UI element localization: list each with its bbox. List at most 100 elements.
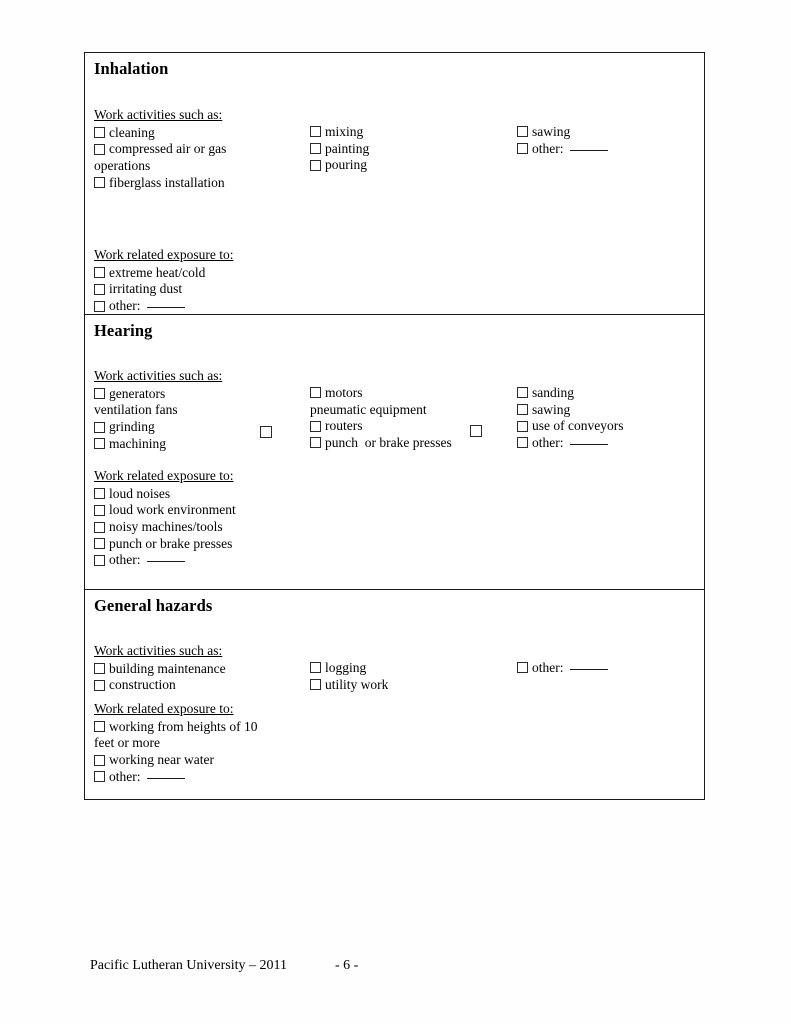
list-item[interactable]: utility work — [310, 677, 388, 694]
option-label: working near water — [109, 752, 214, 768]
list-item[interactable]: punch or brake presses — [310, 435, 452, 452]
section-inhalation: Inhalation Work activities such as: clea… — [85, 53, 704, 315]
list-item[interactable]: painting — [310, 141, 369, 158]
checkbox-icon[interactable] — [517, 662, 528, 674]
list-item-other[interactable]: other: — [517, 660, 608, 677]
list-item-other[interactable]: other: — [94, 298, 234, 315]
option-label: motors — [325, 384, 363, 400]
checkbox-icon[interactable] — [94, 267, 105, 279]
other-write-in-blank[interactable] — [569, 149, 608, 151]
checkbox-icon[interactable] — [94, 721, 105, 733]
checkbox-icon[interactable] — [94, 663, 105, 675]
list-item[interactable]: pouring — [310, 157, 369, 174]
other-write-in-blank[interactable] — [146, 561, 185, 563]
option-label: cleaning — [109, 124, 155, 140]
checkbox-icon[interactable] — [517, 143, 528, 155]
checkbox-icon[interactable] — [94, 554, 105, 566]
list-item[interactable]: sawing — [517, 402, 623, 419]
option-label: fiberglass installation — [109, 174, 225, 190]
checkbox-icon[interactable] — [310, 387, 321, 399]
list-item-other[interactable]: other: — [94, 769, 257, 786]
option-label: sanding — [532, 384, 574, 400]
list-item[interactable]: loud noises — [94, 486, 236, 503]
list-item[interactable]: use of conveyors — [517, 418, 623, 435]
checkbox-icon[interactable] — [310, 679, 321, 691]
checkbox-icon[interactable] — [94, 538, 105, 550]
checkbox-icon[interactable] — [517, 387, 528, 399]
list-item[interactable]: grinding — [94, 419, 222, 436]
option-label: routers — [325, 418, 363, 434]
checkbox-icon[interactable] — [94, 438, 105, 450]
option-label: grinding — [109, 419, 155, 435]
checkbox-icon[interactable] — [310, 437, 321, 449]
checkbox-icon[interactable] — [94, 177, 105, 189]
checkbox-icon[interactable] — [94, 421, 105, 433]
checkbox-icon[interactable] — [94, 127, 105, 139]
list-item-other[interactable]: other: — [517, 435, 623, 452]
list-item[interactable]: cleaning — [94, 125, 226, 142]
other-write-in-blank[interactable] — [146, 307, 185, 309]
checkbox-icon[interactable] — [310, 420, 321, 432]
option-label: utility work — [325, 676, 389, 692]
option-label: logging — [325, 659, 367, 675]
list-item[interactable]: logging — [310, 660, 388, 677]
section-title-general-hazards: General hazards — [94, 596, 213, 615]
option-label: loud noises — [109, 485, 171, 501]
list-item[interactable]: construction — [94, 677, 226, 694]
checkbox-icon[interactable] — [517, 404, 528, 416]
list-item[interactable]: motors — [310, 385, 452, 402]
list-item[interactable]: fiberglass installation — [94, 175, 226, 192]
list-item[interactable]: loud work environment — [94, 502, 236, 519]
list-item[interactable]: working near water — [94, 752, 257, 769]
other-write-in-blank[interactable] — [569, 443, 608, 445]
list-item[interactable]: mixing — [310, 124, 369, 141]
checkbox-icon[interactable] — [310, 143, 321, 155]
exposure-label-general-hazards: Work related exposure to: — [94, 700, 234, 716]
option-label: other: — [532, 140, 564, 156]
checkbox-icon[interactable] — [517, 420, 528, 432]
list-item[interactable]: routers — [310, 418, 452, 435]
option-label: punch or brake presses — [109, 535, 233, 551]
checkbox-icon[interactable] — [94, 388, 105, 400]
list-item[interactable]: building maintenance — [94, 661, 226, 678]
checkbox-icon[interactable] — [94, 283, 105, 295]
list-item[interactable]: machining — [94, 436, 222, 453]
list-item[interactable]: sawing — [517, 124, 608, 141]
checkbox-icon[interactable] — [94, 504, 105, 516]
list-item[interactable]: punch or brake presses — [94, 536, 236, 553]
list-item[interactable]: noisy machines/tools — [94, 519, 236, 536]
checkbox-icon[interactable] — [94, 521, 105, 533]
list-item[interactable]: sanding — [517, 385, 623, 402]
other-write-in-blank[interactable] — [146, 777, 185, 779]
activities-list-c-hearing: sanding sawing use of conveyors other: — [517, 385, 623, 451]
list-item[interactable]: generators — [94, 386, 222, 403]
checkbox-icon[interactable] — [517, 437, 528, 449]
checkbox-icon[interactable] — [94, 679, 105, 691]
footer-organization: Pacific Lutheran University – 2011 — [90, 958, 287, 973]
section-title-hearing: Hearing — [94, 321, 153, 340]
option-label: loud work environment — [109, 502, 236, 518]
checkbox-icon[interactable] — [517, 126, 528, 138]
other-write-in-blank[interactable] — [569, 668, 608, 670]
list-item[interactable]: working from heights of 10 — [94, 719, 257, 736]
checkbox-icon[interactable] — [94, 754, 105, 766]
activities-row-inhalation: Work activities such as: cleaning compre… — [94, 107, 704, 247]
option-label: working from heights of 10 — [109, 718, 258, 734]
checkbox-icon[interactable] — [310, 126, 321, 138]
checkbox-icon[interactable] — [94, 771, 105, 783]
activities-list-b-hearing: motors pneumatic equipment routers punch… — [310, 385, 452, 451]
list-item[interactable]: compressed air or gas — [94, 141, 226, 158]
activities-row-hearing: Work activities such as: generators vent… — [94, 368, 704, 468]
list-item-other[interactable]: other: — [517, 141, 608, 158]
exposure-column-a-inhalation: Work related exposure to: extreme heat/c… — [94, 247, 234, 315]
checkbox-icon[interactable] — [310, 159, 321, 171]
activities-column-a-general-hazards: Work activities such as: building mainte… — [94, 643, 226, 694]
checkbox-icon[interactable] — [94, 488, 105, 500]
list-item[interactable]: extreme heat/cold — [94, 265, 234, 282]
checkbox-icon[interactable] — [94, 300, 105, 312]
list-item[interactable]: irritating dust — [94, 281, 234, 298]
checkbox-icon[interactable] — [310, 662, 321, 674]
checkbox-icon[interactable] — [94, 143, 105, 155]
list-item-other[interactable]: other: — [94, 552, 236, 569]
exposure-list-inhalation: extreme heat/cold irritating dust other: — [94, 265, 234, 315]
